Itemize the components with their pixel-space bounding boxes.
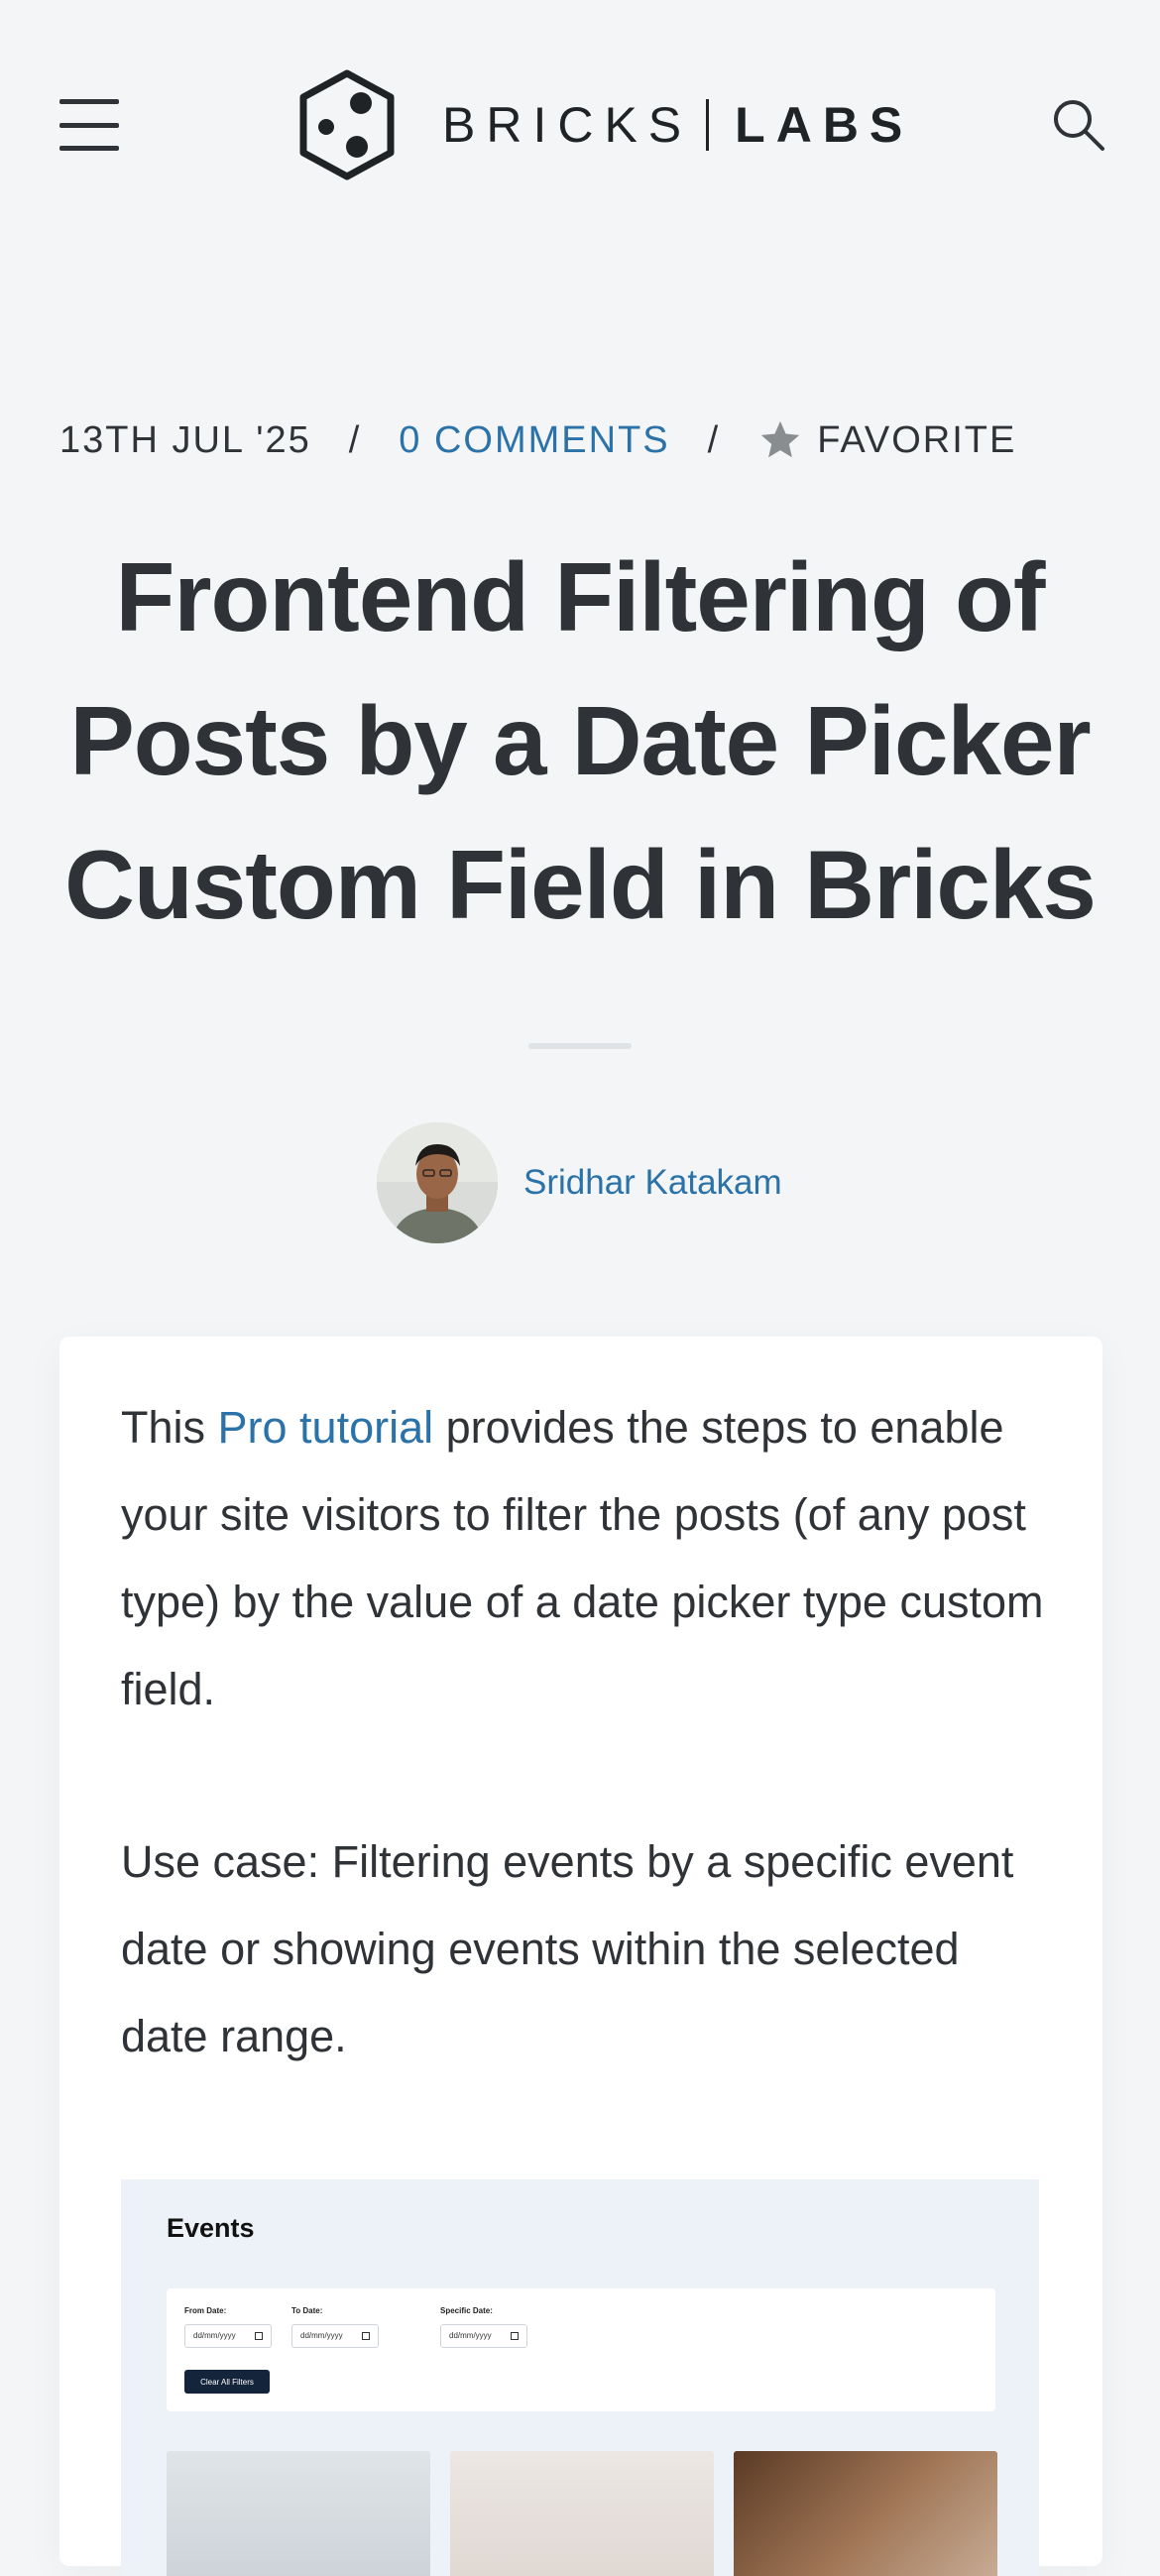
- content-card: This Pro tutorial provides the steps to …: [59, 1337, 1102, 2576]
- calendar-icon: [255, 2332, 263, 2340]
- logo-brand: BRICKS: [442, 97, 693, 153]
- to-date-label: To Date:: [291, 2306, 323, 2315]
- post-date: 13TH JUL '25: [59, 418, 311, 461]
- logo-separator: [706, 99, 710, 151]
- events-screenshot: Events From Date: dd/mm/yyyy To Date: dd…: [121, 2179, 1039, 2576]
- post-meta: 13TH JUL '25 / 0 COMMENTS / FAVORITE: [59, 410, 1101, 470]
- screenshot-filter-box: From Date: dd/mm/yyyy To Date: dd/mm/yyy…: [167, 2288, 995, 2411]
- to-date-placeholder: dd/mm/yyyy: [300, 2331, 343, 2340]
- intro-text-start: This: [121, 1402, 218, 1453]
- logo-mark-icon: [299, 69, 395, 180]
- calendar-icon: [362, 2332, 370, 2340]
- event-thumbnail: [734, 2451, 997, 2576]
- calendar-icon: [511, 2332, 519, 2340]
- favorite-label: FAVORITE: [817, 418, 1017, 461]
- author-block: Sridhar Katakam: [377, 1122, 782, 1243]
- favorite-button[interactable]: FAVORITE: [757, 417, 1016, 463]
- specific-date-input: dd/mm/yyyy: [440, 2324, 527, 2348]
- logo-wordmark: BRICKS LABS: [442, 96, 913, 154]
- meta-separator: /: [348, 418, 362, 461]
- pro-tutorial-link[interactable]: Pro tutorial: [218, 1402, 434, 1453]
- site-logo[interactable]: BRICKS LABS: [295, 69, 913, 180]
- hamburger-menu-icon[interactable]: [59, 99, 119, 151]
- from-date-placeholder: dd/mm/yyyy: [193, 2331, 236, 2340]
- site-header: BRICKS LABS: [0, 0, 1160, 248]
- author-avatar[interactable]: [377, 1122, 498, 1243]
- from-date-label: From Date:: [184, 2306, 227, 2315]
- avatar-photo: [377, 1122, 498, 1243]
- search-icon[interactable]: [1051, 97, 1106, 153]
- post-title: Frontend Filtering of Posts by a Date Pi…: [64, 542, 1097, 939]
- event-thumbnail: [167, 2451, 430, 2576]
- screenshot-title: Events: [167, 2213, 255, 2243]
- author-name-link[interactable]: Sridhar Katakam: [523, 1163, 782, 1203]
- logo-product: LABS: [735, 97, 914, 153]
- specific-date-label: Specific Date:: [440, 2306, 493, 2315]
- comments-link[interactable]: 0 COMMENTS: [399, 419, 669, 462]
- specific-date-placeholder: dd/mm/yyyy: [449, 2331, 492, 2340]
- event-thumbnail: [450, 2451, 714, 2576]
- use-case-paragraph: Use case: Filtering events by a specific…: [121, 1836, 1014, 2061]
- meta-separator: /: [707, 418, 721, 461]
- star-icon: [761, 420, 800, 458]
- title-divider: [528, 1043, 632, 1049]
- from-date-input: dd/mm/yyyy: [184, 2324, 272, 2348]
- clear-filters-button: Clear All Filters: [184, 2370, 270, 2394]
- intro-paragraph: This Pro tutorial provides the steps to …: [121, 1384, 1053, 1733]
- to-date-input: dd/mm/yyyy: [291, 2324, 379, 2348]
